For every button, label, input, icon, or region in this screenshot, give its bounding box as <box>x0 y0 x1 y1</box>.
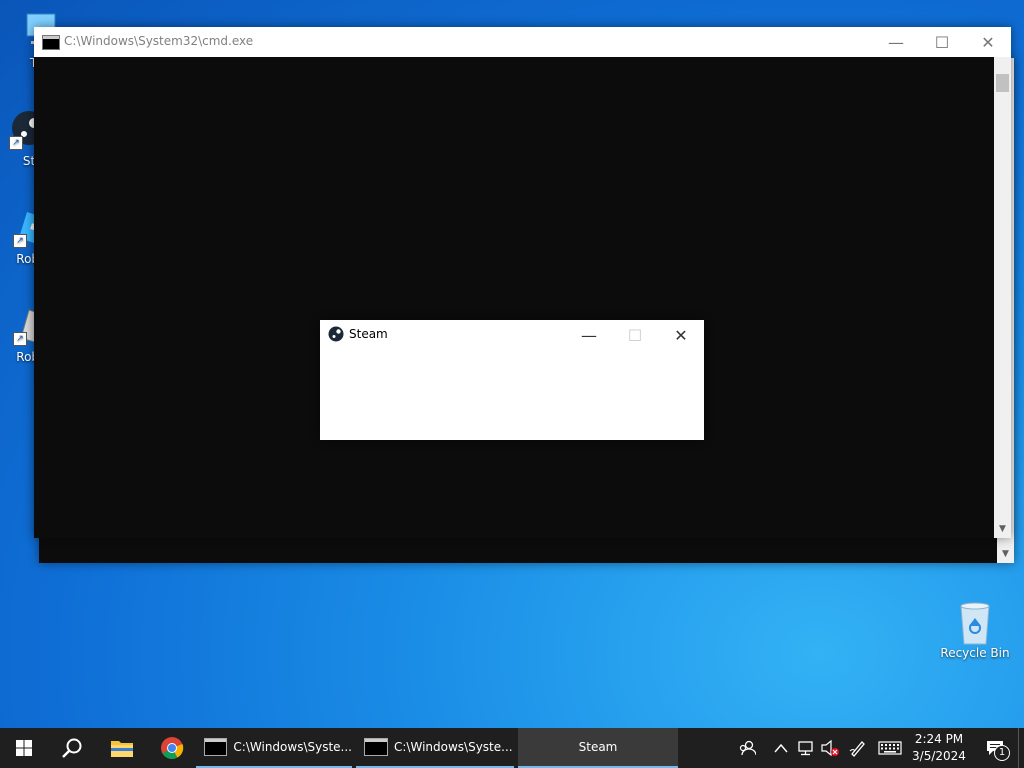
shortcut-arrow-icon: ↗ <box>13 332 27 346</box>
clock-time: 2:24 PM <box>914 732 964 746</box>
console-area[interactable] <box>34 57 994 538</box>
pen-icon <box>849 741 865 757</box>
notification-icon: 1 <box>986 740 1010 761</box>
taskbar-item-steam[interactable]: Steam <box>518 728 678 768</box>
clock[interactable]: 2:24 PM 3/5/2024 <box>908 731 970 765</box>
cmd-icon <box>364 738 388 756</box>
close-button[interactable]: ✕ <box>965 27 1011 57</box>
file-explorer-button[interactable] <box>98 728 146 768</box>
window-title: C:\Windows\System32\cmd.exe <box>64 34 254 48</box>
action-center-button[interactable]: 1 <box>978 728 1012 768</box>
shortcut-arrow-icon: ↗ <box>13 234 27 248</box>
people-icon <box>739 740 756 756</box>
maximize-button[interactable]: ☐ <box>919 27 965 57</box>
windows-logo-icon <box>16 740 32 756</box>
minimize-button[interactable]: — <box>566 320 612 350</box>
touch-keyboard-button[interactable] <box>876 728 904 768</box>
recycle-bin-icon <box>953 600 997 645</box>
people-button[interactable] <box>734 728 760 768</box>
clock-date: 3/5/2024 <box>912 749 966 763</box>
steam-window[interactable]: Steam — ☐ ✕ <box>320 320 704 440</box>
chrome-button[interactable] <box>148 728 196 768</box>
search-button[interactable] <box>48 728 96 768</box>
cmd-window[interactable]: C:\Windows\System32\cmd.exe — ☐ ✕ ▼ <box>34 27 1011 538</box>
steam-titlebar[interactable]: Steam — ☐ ✕ <box>320 320 704 350</box>
show-desktop-button[interactable] <box>1018 728 1024 768</box>
show-hidden-icons-button[interactable] <box>770 728 792 768</box>
taskbar-item-label: C:\Windows\Syste... <box>394 740 513 754</box>
window-title: Steam <box>349 327 388 341</box>
taskbar-item-cmd-1[interactable]: C:\Windows\Syste... <box>196 728 352 768</box>
volume-button[interactable] <box>818 728 842 768</box>
vertical-scrollbar[interactable]: ▼ <box>994 57 1011 538</box>
cmd-titlebar[interactable]: C:\Windows\System32\cmd.exe — ☐ ✕ <box>34 27 1011 57</box>
maximize-button[interactable]: ☐ <box>612 320 658 350</box>
scroll-down-icon[interactable]: ▼ <box>997 546 1014 563</box>
desktop-icon-label: Recycle Bin <box>940 646 1010 660</box>
search-icon <box>62 738 82 758</box>
chrome-icon <box>161 737 184 759</box>
start-button[interactable] <box>0 728 48 768</box>
keyboard-icon <box>878 741 902 755</box>
minimize-button[interactable]: — <box>873 27 919 57</box>
pen-workspace-button[interactable] <box>846 728 870 768</box>
network-button[interactable] <box>794 728 818 768</box>
shortcut-arrow-icon: ↗ <box>9 136 23 150</box>
cmd-app-icon <box>42 35 60 50</box>
scroll-thumb[interactable] <box>996 74 1009 92</box>
notification-count-badge: 1 <box>994 745 1010 761</box>
taskbar: C:\Windows\Syste... C:\Windows\Syste... … <box>0 728 1024 768</box>
scroll-down-icon[interactable]: ▼ <box>994 521 1011 538</box>
taskbar-item-label: Steam <box>578 740 618 754</box>
network-icon <box>798 741 813 756</box>
taskbar-item-cmd-2[interactable]: C:\Windows\Syste... <box>356 728 514 768</box>
close-button[interactable]: ✕ <box>658 320 704 350</box>
folder-icon <box>111 741 133 757</box>
chevron-up-icon <box>774 743 788 753</box>
steam-icon <box>328 326 344 346</box>
cmd-icon <box>204 738 228 756</box>
volume-muted-icon <box>821 740 839 756</box>
taskbar-item-label: C:\Windows\Syste... <box>233 740 352 754</box>
desktop-icon-recycle-bin[interactable]: Recycle Bin <box>936 600 1014 660</box>
